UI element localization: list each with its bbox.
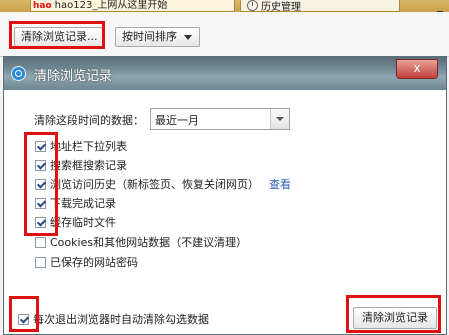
option-saved-passwords[interactable]: 已保存的网站密码	[35, 255, 138, 270]
option-cookies[interactable]: Cookies和其他网站数据（不建议清理）	[35, 235, 247, 250]
sort-label: 按时间排序	[122, 30, 177, 43]
time-range-select[interactable]: 最近一月	[150, 108, 290, 130]
option-label: 搜索框搜索记录	[50, 159, 127, 172]
clear-history-button[interactable]: 清除浏览记录...	[14, 27, 105, 47]
minimize-button[interactable]: _	[437, 0, 443, 12]
caret-down-icon	[184, 35, 192, 40]
option-browsing-history[interactable]: 浏览访问历史（新标签页、恢复关闭网页） 查看	[35, 177, 291, 192]
checkbox-browsing-history[interactable]	[35, 179, 46, 190]
checkbox-cache[interactable]	[35, 217, 46, 228]
auto-clear-label: 每次退出浏览器时自动清除勾选数据	[33, 313, 209, 326]
tab-strip: hao hao123_上网从这里开始 历史管理 _	[0, 0, 449, 12]
clear-history-dialog: 清除浏览记录 x 清除这段时间的数据： 最近一月 地址栏下拉列表 搜索框搜索记录…	[3, 56, 447, 335]
time-range-value: 最近一月	[155, 114, 199, 127]
clock-icon	[247, 0, 258, 11]
checkbox-address-bar[interactable]	[35, 141, 46, 152]
option-label: 缓存临时文件	[50, 216, 116, 229]
option-label: Cookies和其他网站数据（不建议清理）	[50, 236, 248, 249]
confirm-clear-button[interactable]: 清除浏览记录	[353, 307, 437, 329]
view-history-link[interactable]: 查看	[269, 178, 291, 191]
hao123-logo: hao	[33, 1, 52, 11]
option-search-box[interactable]: 搜索框搜索记录	[35, 158, 127, 173]
tab-history[interactable]: 历史管理	[240, 0, 400, 12]
history-toolbar: 清除浏览记录... 按时间排序	[0, 12, 449, 57]
sort-by-time-dropdown[interactable]: 按时间排序	[115, 27, 200, 47]
browser-logo-icon	[11, 66, 26, 81]
option-label: 浏览访问历史（新标签页、恢复关闭网页）	[50, 178, 259, 191]
tab-hao123[interactable]: hao hao123_上网从这里开始	[30, 0, 235, 12]
checkbox-downloads[interactable]	[35, 198, 46, 209]
checkbox-saved-passwords[interactable]	[35, 257, 46, 268]
dialog-title: 清除浏览记录	[34, 69, 113, 84]
checkbox-cookies[interactable]	[35, 237, 46, 248]
checkbox-search-box[interactable]	[35, 160, 46, 171]
option-label: 下载完成记录	[50, 197, 116, 210]
auto-clear-option[interactable]: 每次退出浏览器时自动清除勾选数据	[18, 311, 209, 327]
option-address-bar[interactable]: 地址栏下拉列表	[35, 139, 127, 154]
option-label: 已保存的网站密码	[50, 256, 138, 269]
tab-hao123-label: hao123_上网从这里开始	[54, 0, 168, 11]
tab-history-label: 历史管理	[261, 2, 301, 12]
option-label: 地址栏下拉列表	[50, 140, 127, 153]
close-button[interactable]: x	[396, 59, 438, 79]
option-downloads[interactable]: 下载完成记录	[35, 196, 116, 211]
dropdown-arrow-icon[interactable]	[270, 109, 289, 129]
time-range-label: 清除这段时间的数据：	[34, 114, 144, 127]
option-cache[interactable]: 缓存临时文件	[35, 215, 116, 230]
checkbox-auto-clear[interactable]	[18, 314, 29, 325]
dialog-titlebar[interactable]: 清除浏览记录 x	[4, 57, 446, 90]
